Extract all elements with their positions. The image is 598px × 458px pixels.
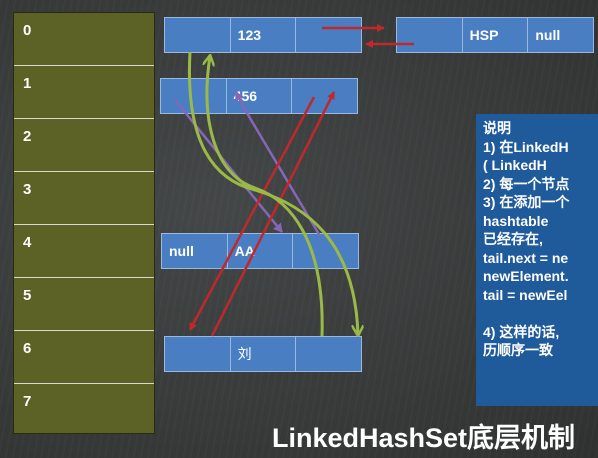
- notes-line: 已经存在,: [483, 231, 543, 247]
- notes-line: [483, 304, 598, 323]
- notes-line: 3) 在添加一个: [483, 194, 570, 210]
- notes-line: tail = newEel: [483, 286, 568, 303]
- notes-line: newElement.: [483, 268, 569, 284]
- notes-line: 1) 在LinkedH: [483, 138, 569, 155]
- explanation-panel: 说明 1) 在LinkedH ( LinkedH 2) 每一个节点 3) 在添加…: [476, 114, 598, 406]
- green-arrow-liu-to-123: [207, 56, 324, 337]
- slide-title: LinkedHashSet底层机制: [272, 423, 576, 453]
- notes-line: tail.next = ne: [483, 249, 569, 266]
- notes-line: 2) 每一个节点: [483, 175, 570, 192]
- notes-line: 4) 这样的话,: [483, 323, 560, 340]
- notes-line: hashtable: [483, 212, 549, 229]
- notes-line: ( LinkedH: [483, 157, 547, 173]
- next-arrow-456-to-aa: [174, 99, 283, 233]
- red-arrow-1: [188, 96, 316, 331]
- notes-line: 历顺序一致: [483, 342, 553, 358]
- notes-heading: 说明: [483, 120, 511, 136]
- red-arrow-2: [210, 91, 336, 337]
